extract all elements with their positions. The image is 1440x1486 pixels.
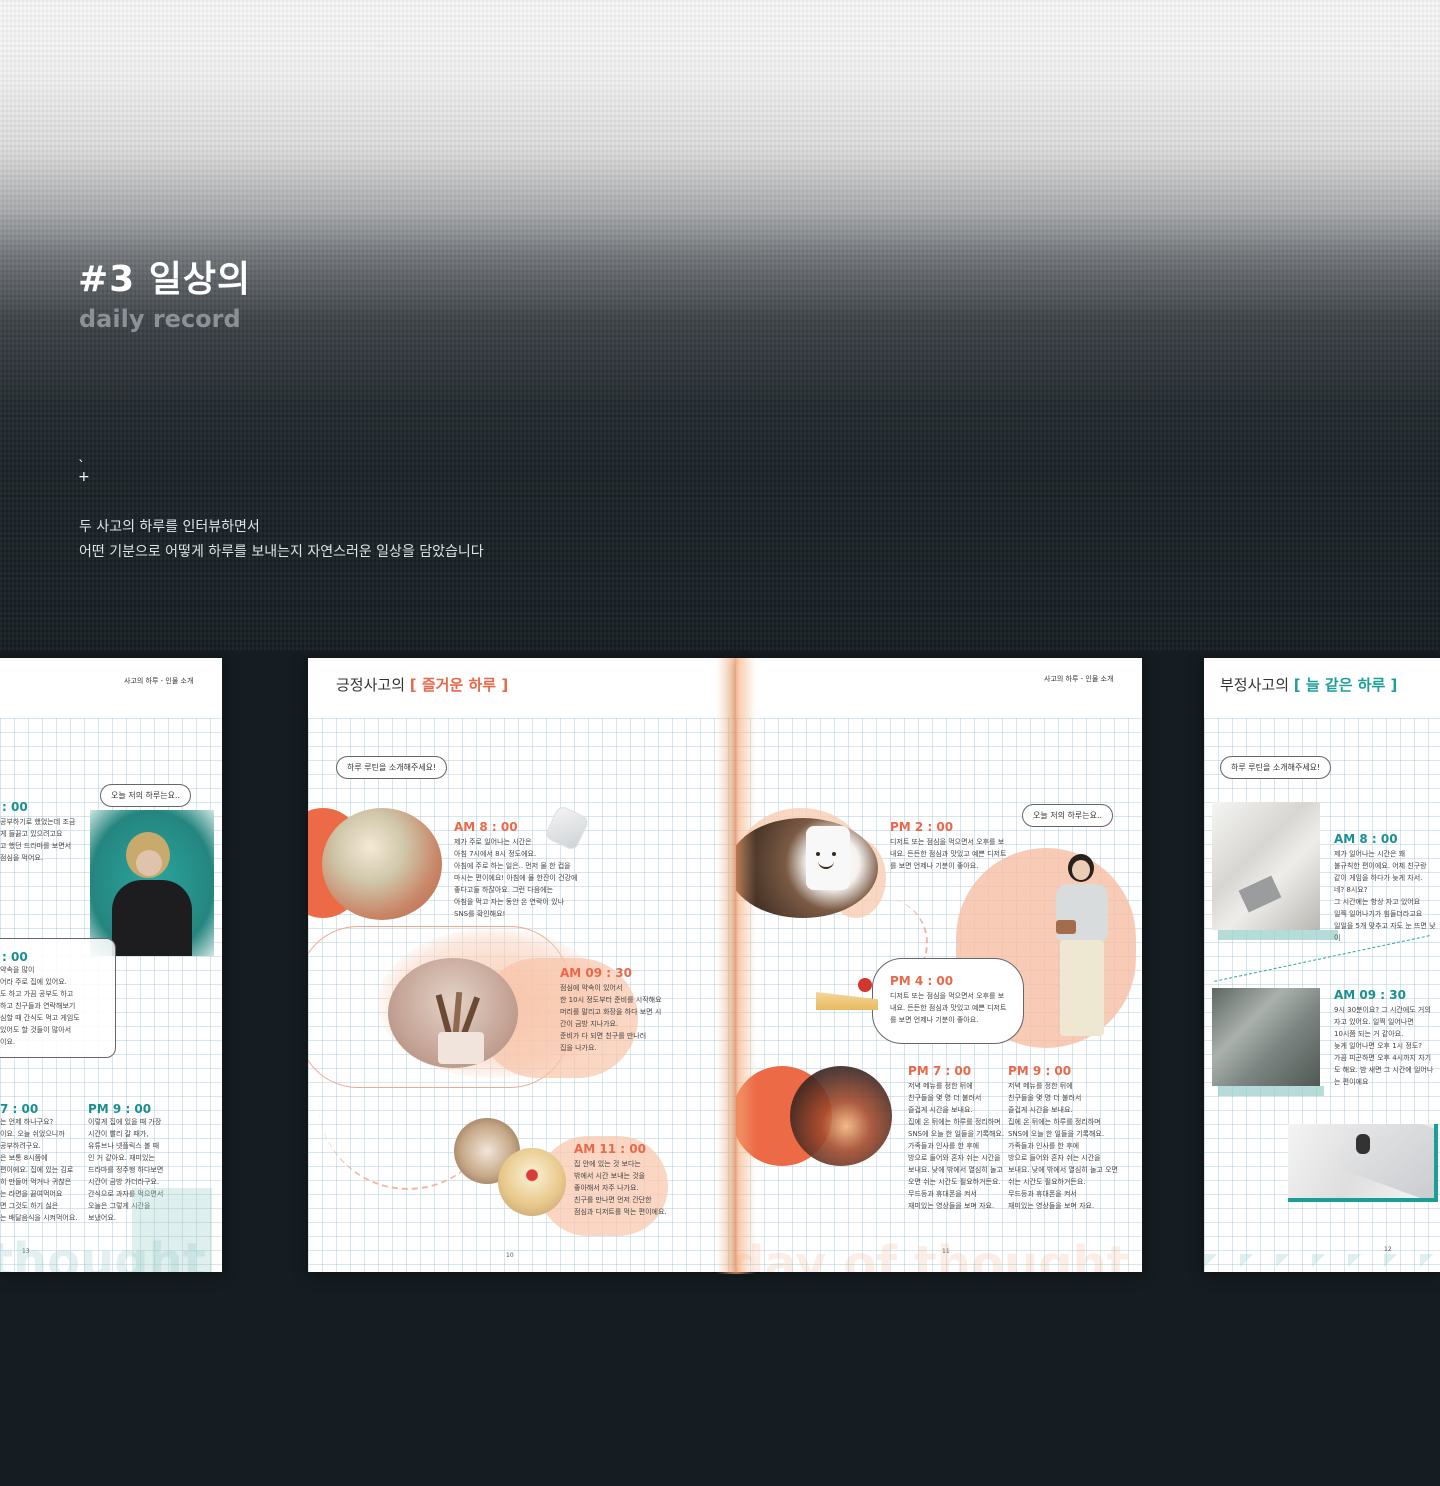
description-line-2: 어떤 기분으로 어떻게 하루를 보내는지 자연스러운 일상을 담았습니다 bbox=[79, 544, 484, 560]
page-watermark: thought bbox=[0, 1233, 206, 1272]
person-photo bbox=[1046, 848, 1122, 1040]
page-header-area bbox=[0, 658, 222, 718]
speech-bubble: 하루 루틴을 소개해주세요! bbox=[336, 756, 448, 779]
teal-accent-bar bbox=[1218, 930, 1338, 940]
speech-bubble: 오늘 저의 하루는요.. bbox=[100, 784, 192, 807]
entry-text: 는 언제 하나구요? 이요. 오늘 쉬었으니까 공부하려구요. 은 보통 8시쯤… bbox=[0, 1118, 78, 1222]
teal-accent-bar bbox=[1218, 1086, 1324, 1096]
dessert-photo bbox=[498, 1148, 566, 1216]
running-head: 사고의 하루 - 인물 소개 bbox=[124, 677, 194, 685]
entry-text: 저녁 메뉴를 정한 뒤에 친구들을 몇 명 더 불러서 즐겁게 시간을 보내요.… bbox=[908, 1082, 1005, 1210]
entry-text: 저녁 메뉴를 정한 뒤에 친구들을 몇 명 더 불러서 즐겁게 시간을 보내요.… bbox=[1008, 1082, 1118, 1210]
time-label: AM 09 : 30 bbox=[560, 966, 632, 980]
entry-text: 제가 주로 일어나는 시간은 아침 7시에서 8시 정도에요. 아침에 주로 하… bbox=[454, 838, 578, 918]
spread-right-page: 사고의 하루 - 인물 소개 PM 2 : 00 디저트 또는 점심을 먹으면서… bbox=[736, 658, 1142, 1272]
time-label: PM 9 : 00 bbox=[88, 1102, 152, 1116]
cheesecake-photo bbox=[810, 976, 882, 1016]
time-label: PM 9 : 00 bbox=[1008, 1064, 1072, 1078]
time-label: AM 09 : 30 bbox=[1334, 988, 1406, 1002]
candle-photo bbox=[790, 1066, 892, 1166]
description-line-1: 두 사고의 하루를 인터뷰하면서 bbox=[79, 519, 260, 535]
section-subtitle: daily record bbox=[79, 305, 241, 333]
time-label: 7 : 00 bbox=[0, 1102, 39, 1116]
entry-text: 약속을 많이 어라 주로 집에 있어요. 도 하고 가끔 공부도 하고 하고 친… bbox=[0, 966, 80, 1046]
dashed-line bbox=[1214, 935, 1430, 982]
spread-left-page: 긍정사고의 [ 즐거운 하루 ] 하루 루틴을 소개해주세요! AM 8 : 0… bbox=[308, 658, 736, 1272]
time-label: AM 11 : 00 bbox=[574, 1142, 646, 1156]
speech-bubble: 오늘 저의 하루는요.. bbox=[1022, 804, 1114, 827]
running-head: 사고의 하루 - 인물 소개 bbox=[1044, 675, 1114, 683]
right-partial-page: 부정사고의 [ 늘 같은 하루 ] 하루 루틴을 소개해주세요! AM 8 : … bbox=[1204, 658, 1440, 1272]
entry-text: 디저트 또는 점심을 먹으면서 오후를 보 내요. 든든한 점심과 맛있고 예쁜… bbox=[890, 838, 1007, 870]
page-number: 12 bbox=[1384, 1246, 1392, 1253]
page-header-area bbox=[736, 658, 1142, 718]
left-partial-page: 사고의 하루 - 인물 소개 오늘 저의 하루는요.. : 00 공부하기로 했… bbox=[0, 658, 222, 1272]
time-label: PM 4 : 00 bbox=[890, 974, 954, 988]
toothbrush-photo bbox=[388, 958, 518, 1068]
entry-text: 집 안에 있는 것 보다는 밖에서 시간 보내는 것을 좋아해서 자주 나가요.… bbox=[574, 1160, 667, 1216]
smartphone-photo bbox=[1288, 1124, 1438, 1202]
entry-text: 제가 일어나는 시간은 꽤 불규칙한 편이에요. 어제 친구랑 같이 게임을 하… bbox=[1334, 850, 1436, 942]
page-heading: 긍정사고의 [ 즐거운 하루 ] bbox=[336, 674, 508, 695]
book-spine bbox=[716, 658, 756, 1274]
page-number: 10 bbox=[506, 1252, 514, 1259]
time-label: AM 8 : 00 bbox=[454, 820, 518, 834]
time-label: : 00 bbox=[2, 800, 28, 814]
heading-prefix: 긍정사고의 bbox=[336, 676, 406, 694]
heading-bracket: [ 늘 같은 하루 ] bbox=[1293, 676, 1398, 694]
section-title: #3 일상의 bbox=[78, 259, 252, 300]
section-description: 두 사고의 하루를 인터뷰하면서 어떤 기분으로 어떻게 하루를 보내는지 자연… bbox=[79, 515, 484, 565]
teal-triangles bbox=[1204, 1254, 1440, 1272]
heading-prefix: 부정사고의 bbox=[1220, 676, 1290, 694]
bed-sheets-photo-2 bbox=[1212, 988, 1320, 1086]
entry-text: 점심에 약속이 있어서 한 10시 정도부터 준비를 시작해요 머리를 말리고 … bbox=[560, 984, 662, 1052]
bed-sheets-photo bbox=[1212, 802, 1320, 930]
page-heading: 부정사고의 [ 늘 같은 하루 ] bbox=[1220, 674, 1397, 695]
bedroom-photo bbox=[322, 808, 442, 920]
page-watermark: day of thought bbox=[736, 1236, 1130, 1272]
time-label: : 00 bbox=[2, 950, 28, 964]
plus-mark-icon: ` + bbox=[78, 459, 90, 485]
time-label: PM 2 : 00 bbox=[890, 820, 954, 834]
woman-selfie-photo bbox=[90, 810, 214, 956]
time-label: PM 7 : 00 bbox=[908, 1064, 972, 1078]
entry-text: 9시 30분이요? 그 시간에도 거의 자고 있어요. 일찍 일어나면 10시쯤… bbox=[1334, 1006, 1434, 1086]
time-label: AM 8 : 00 bbox=[1334, 832, 1398, 846]
heading-bracket: [ 즐거운 하루 ] bbox=[409, 676, 509, 694]
entry-text: 디저트 또는 점심을 먹으면서 오후를 보 내요. 든든한 점심과 맛있고 예쁜… bbox=[890, 992, 1007, 1024]
speech-bubble: 하루 루틴을 소개해주세요! bbox=[1220, 756, 1332, 779]
entry-text: 공부하기로 했었는데 조금 게 들끓고 있으려고요 고 했던 드라마를 보면서 … bbox=[0, 818, 76, 862]
